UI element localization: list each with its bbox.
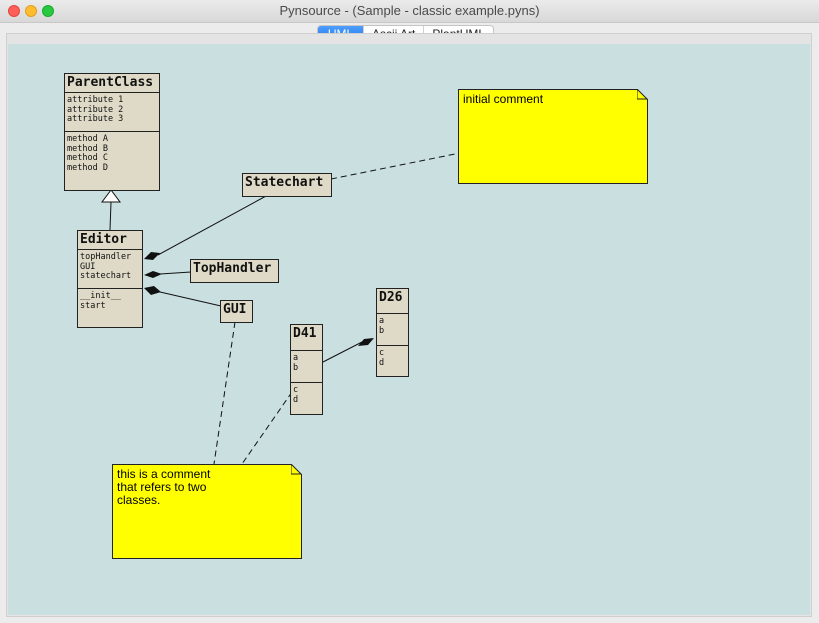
method-item: d: [379, 357, 385, 368]
class-d41[interactable]: D41 a b c d: [290, 324, 323, 415]
attributes-section: a b: [377, 313, 408, 345]
window-title: Pynsource - (Sample - classic example.py…: [279, 3, 540, 18]
attributes-section: topHandler GUI statechart: [78, 249, 142, 288]
inheritance-line: [109, 201, 112, 231]
class-parentclass[interactable]: ParentClass attribute 1 attribute 2 attr…: [64, 73, 160, 191]
note-link-gui[interactable]: [213, 321, 236, 465]
class-d26[interactable]: D26 a b c d: [376, 288, 409, 377]
composition-line-gui[interactable]: [159, 291, 222, 307]
note-text-line: initial comment: [463, 92, 544, 106]
method-item: method D: [67, 162, 108, 173]
class-statechart[interactable]: Statechart: [242, 173, 332, 197]
composition-line-statechart[interactable]: [157, 195, 267, 256]
composition-line-tophandler[interactable]: [159, 271, 192, 275]
attributes-section: a b: [291, 350, 322, 382]
attribute-item: statechart: [80, 271, 132, 281]
inheritance-arrowhead: [101, 189, 121, 203]
note-folded-corner-icon: [291, 464, 302, 475]
class-name: D26: [379, 290, 403, 305]
methods-section: c d: [291, 382, 322, 407]
title-bar: Pynsource - (Sample - classic example.py…: [0, 0, 819, 23]
note-text-line: classes.: [117, 493, 161, 507]
method-item: d: [293, 394, 299, 405]
class-name: Editor: [80, 232, 127, 247]
attribute-item: b: [379, 325, 385, 336]
composition-diamond-d41: [358, 338, 374, 346]
methods-section: method A method B method C method D: [65, 131, 159, 175]
comment-note-refers[interactable]: this is a comment that refers to two cla…: [112, 464, 302, 559]
composition-diamond-statechart: [144, 252, 160, 260]
class-name: TopHandler: [193, 261, 272, 276]
class-editor[interactable]: Editor topHandler GUI statechart __init_…: [77, 230, 143, 328]
class-gui[interactable]: GUI: [220, 300, 253, 323]
composition-line-d41[interactable]: [322, 341, 363, 363]
uml-canvas[interactable]: ParentClass attribute 1 attribute 2 attr…: [8, 44, 810, 615]
method-item: start: [80, 300, 106, 311]
note-link-d41[interactable]: [241, 391, 293, 465]
attributes-section: attribute 1 attribute 2 attribute 3: [65, 92, 159, 131]
note-link-statechart[interactable]: [330, 152, 461, 180]
comment-note-initial[interactable]: initial comment: [458, 89, 648, 184]
note-folded-corner-icon: [637, 89, 648, 100]
composition-diamond-tophandler: [144, 271, 162, 278]
class-tophandler[interactable]: TopHandler: [190, 259, 279, 283]
composition-diamond-gui: [144, 286, 161, 295]
class-name: GUI: [223, 302, 247, 317]
methods-section: __init__ start: [78, 288, 142, 313]
methods-section: c d: [377, 345, 408, 370]
attribute-item: b: [293, 362, 299, 373]
attribute-item: attribute 3: [67, 114, 124, 124]
class-name: ParentClass: [67, 75, 154, 90]
class-name: Statechart: [245, 175, 324, 190]
class-name: D41: [293, 326, 317, 341]
